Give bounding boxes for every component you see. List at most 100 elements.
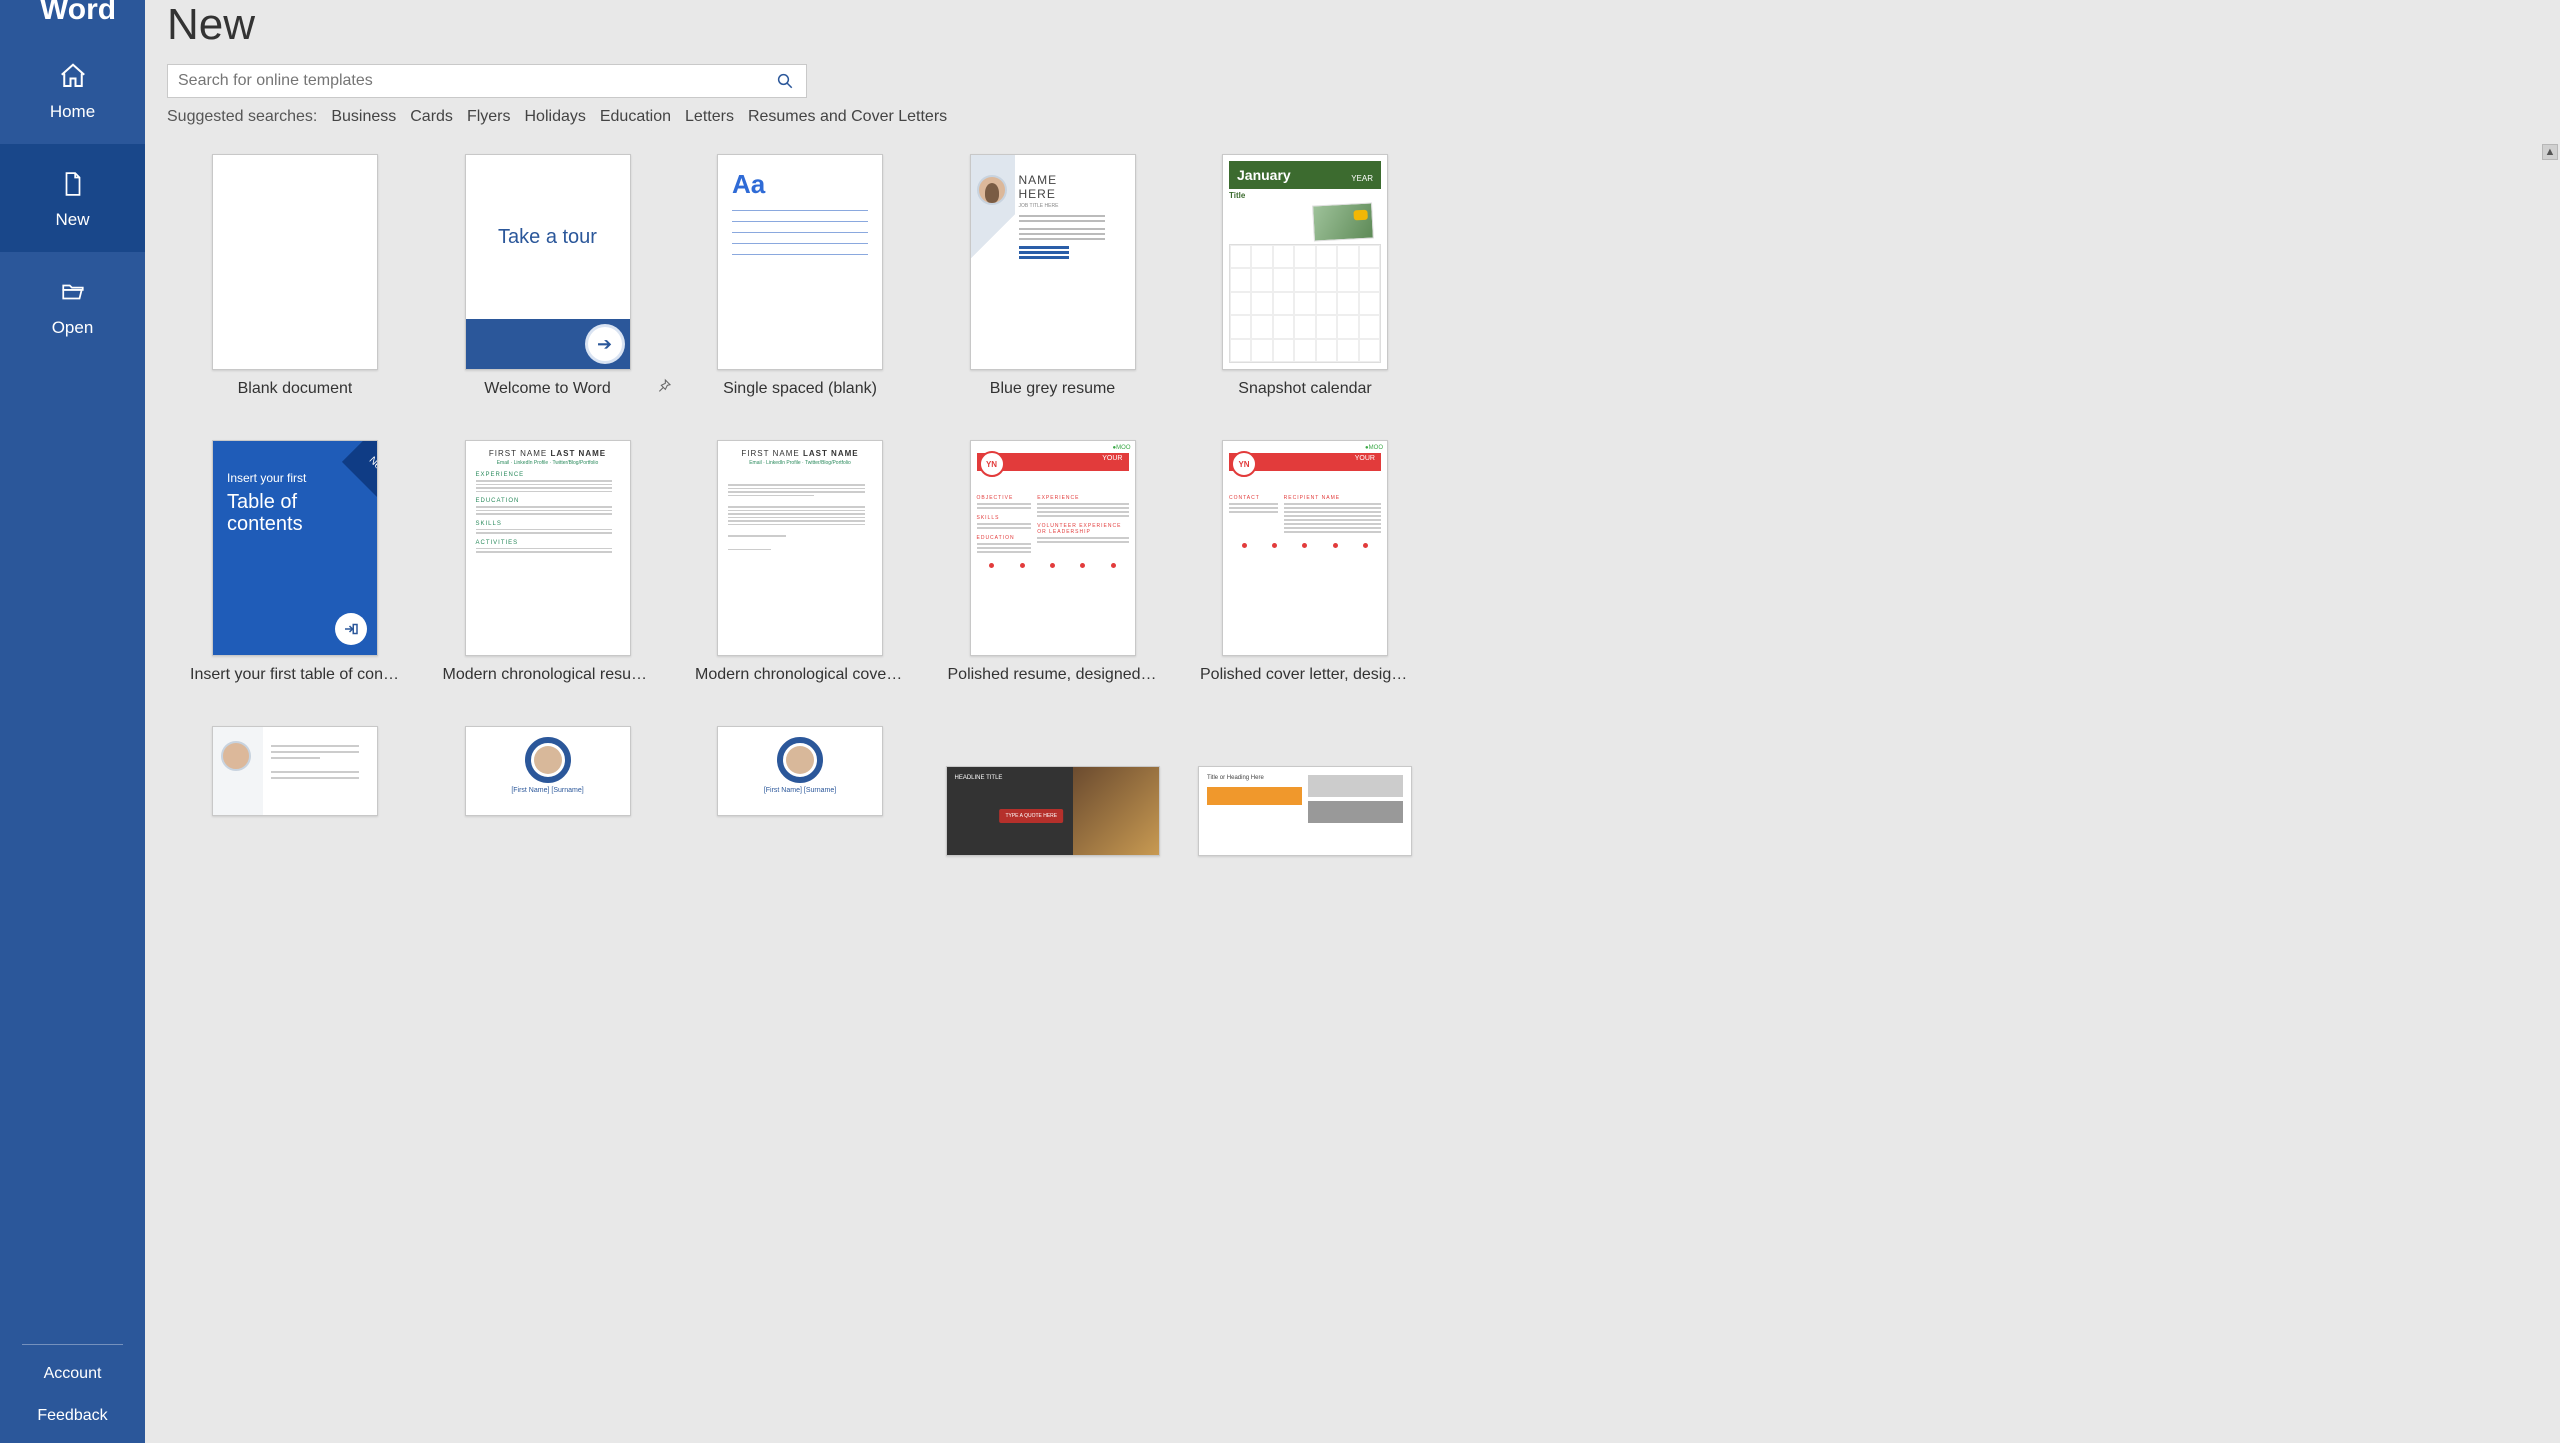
first-name: FIRST NAME xyxy=(489,449,547,458)
first-name: FIRST NAME xyxy=(741,449,799,458)
template-thumb: MOO YOUR YN OBJECTIVE SKILLS EDUCATION xyxy=(970,440,1136,656)
scrollbar[interactable]: ▲ xyxy=(2542,144,2558,1443)
search-input[interactable] xyxy=(178,72,774,90)
suggested-item[interactable]: Cards xyxy=(410,108,453,126)
resume-name: HERE xyxy=(1019,187,1127,201)
search-icon[interactable] xyxy=(774,70,796,92)
template-thumb: [First Name] [Surname] xyxy=(465,726,631,816)
template-tile-chron-resume[interactable]: FIRST NAME LAST NAME Email · LinkedIn Pr… xyxy=(428,440,668,684)
sidebar-item-open[interactable]: Open xyxy=(0,252,145,360)
template-caption: Modern chronological cover letter xyxy=(695,666,905,684)
template-tile[interactable]: [First Name] [Surname] xyxy=(680,726,920,856)
template-tile-toc[interactable]: Insert your first Table of contents Inse… xyxy=(175,440,415,684)
scroll-up-icon[interactable]: ▲ xyxy=(2542,144,2558,160)
sidebar-item-new[interactable]: New xyxy=(0,144,145,252)
template-thumb xyxy=(212,726,378,816)
main-area: New Suggested searches: Business Cards F… xyxy=(145,0,2560,1443)
template-thumb: [First Name] [Surname] xyxy=(717,726,883,816)
template-tile-single-spaced[interactable]: Aa Single spaced (blank) xyxy=(680,154,920,398)
calendar-title: Title xyxy=(1229,191,1381,200)
template-tile-blue-grey-resume[interactable]: NAME HERE JOB TITLE HERE Blue grey resum… xyxy=(933,154,1173,398)
template-thumb: Insert your first Table of contents xyxy=(212,440,378,656)
last-name: LAST NAME xyxy=(803,449,859,458)
template-tile-blank[interactable]: Blank document xyxy=(175,154,415,398)
template-caption: Blue grey resume xyxy=(990,380,1115,398)
app-root: Word Home New Open xyxy=(0,0,2560,1443)
toc-line: contents xyxy=(227,513,363,535)
sidebar-nav: Home New Open xyxy=(0,36,145,360)
quote-button: TYPE A QUOTE HERE xyxy=(999,809,1063,823)
suggested-item[interactable]: Education xyxy=(600,108,671,126)
name-placeholder: [First Name] [Surname] xyxy=(511,787,583,794)
template-thumb: MOO YOUR YN CONTACT RECIPIENT NAME xyxy=(1222,440,1388,656)
aa-text: Aa xyxy=(732,169,868,200)
suggested-item[interactable]: Resumes and Cover Letters xyxy=(748,108,947,126)
toc-line: Insert your first xyxy=(227,471,363,485)
section-head: EXPERIENCE xyxy=(476,472,620,478)
template-thumb: NAME HERE JOB TITLE HERE xyxy=(970,154,1136,370)
template-tile-chron-cover[interactable]: FIRST NAME LAST NAME Email · LinkedIn Pr… xyxy=(680,440,920,684)
sidebar-link-account[interactable]: Account xyxy=(0,1353,145,1395)
suggested-item[interactable]: Flyers xyxy=(467,108,511,126)
sidebar-separator xyxy=(22,1344,123,1345)
sidebar-item-label: New xyxy=(55,210,89,230)
section-head: SKILLS xyxy=(476,521,620,527)
template-thumb: Take a tour ➔ xyxy=(465,154,631,370)
template-caption: Insert your first table of contents xyxy=(190,666,400,684)
sidebar-link-feedback[interactable]: Feedback xyxy=(0,1395,145,1437)
folder-open-icon xyxy=(55,274,91,310)
template-thumb xyxy=(212,154,378,370)
sidebar: Word Home New Open xyxy=(0,0,145,1443)
name-placeholder: [First Name] [Surname] xyxy=(764,787,836,794)
template-tile-snapshot-calendar[interactable]: JanuaryYEAR Title xyxy=(1185,154,1425,398)
template-caption: Polished resume, designed by MOO xyxy=(948,666,1158,684)
template-tile[interactable]: HEADLINE TITLE TYPE A QUOTE HERE xyxy=(933,726,1173,856)
template-caption: Polished cover letter, designed by MOO xyxy=(1200,666,1410,684)
template-tile[interactable] xyxy=(175,726,415,856)
template-caption: Single spaced (blank) xyxy=(723,380,877,398)
your-label: YOUR xyxy=(1355,455,1375,462)
sidebar-item-label: Open xyxy=(52,318,94,338)
search-box[interactable] xyxy=(167,64,807,98)
template-thumb: HEADLINE TITLE TYPE A QUOTE HERE xyxy=(946,766,1160,856)
pin-icon[interactable] xyxy=(656,378,674,396)
template-thumb: FIRST NAME LAST NAME Email · LinkedIn Pr… xyxy=(717,440,883,656)
suggested-item[interactable]: Business xyxy=(331,108,396,126)
template-caption: Snapshot calendar xyxy=(1238,380,1371,398)
photo-icon xyxy=(1312,202,1374,241)
suggested-label: Suggested searches: xyxy=(167,108,317,126)
document-icon xyxy=(55,166,91,202)
template-tile[interactable]: Title or Heading Here xyxy=(1185,726,1425,856)
template-tile-welcome[interactable]: Take a tour ➔ Welcome to Word xyxy=(428,154,668,398)
calendar-grid xyxy=(1229,244,1381,363)
template-caption: Blank document xyxy=(238,380,353,398)
last-name: LAST NAME xyxy=(550,449,606,458)
resume-subtitle: JOB TITLE HERE xyxy=(1019,203,1127,209)
template-thumb: JanuaryYEAR Title xyxy=(1222,154,1388,370)
template-tile[interactable]: [First Name] [Surname] xyxy=(428,726,668,856)
template-tile-polished-resume[interactable]: MOO YOUR YN OBJECTIVE SKILLS EDUCATION xyxy=(933,440,1173,684)
template-thumb: FIRST NAME LAST NAME Email · LinkedIn Pr… xyxy=(465,440,631,656)
suggested-item[interactable]: Holidays xyxy=(525,108,586,126)
suggested-searches: Suggested searches: Business Cards Flyer… xyxy=(145,102,2560,126)
avatar-ring-icon xyxy=(525,737,571,783)
arrow-doc-icon xyxy=(335,613,367,645)
template-grid: Blank document Take a tour ➔ Welcome to … xyxy=(175,154,1425,856)
section-head: ACTIVITIES xyxy=(476,540,620,546)
sidebar-item-home[interactable]: Home xyxy=(0,36,145,144)
moo-logo: MOO xyxy=(1113,445,1131,451)
template-gallery: Blank document Take a tour ➔ Welcome to … xyxy=(145,144,2560,1443)
avatar-ring-icon xyxy=(777,737,823,783)
toc-line: Table of xyxy=(227,491,363,513)
avatar-icon xyxy=(221,741,251,771)
scroll-track[interactable] xyxy=(2542,160,2558,1443)
template-gallery-scroll[interactable]: Blank document Take a tour ➔ Welcome to … xyxy=(145,144,2542,1443)
template-tile-polished-cover[interactable]: MOO YOUR YN CONTACT RECIPIENT NAME xyxy=(1185,440,1425,684)
moo-logo: MOO xyxy=(1365,445,1383,451)
resume-name: NAME xyxy=(1019,173,1127,187)
headline: HEADLINE TITLE xyxy=(955,775,1066,781)
calendar-year: YEAR xyxy=(1351,174,1373,183)
search-row xyxy=(145,56,2560,102)
suggested-item[interactable]: Letters xyxy=(685,108,734,126)
sidebar-item-label: Home xyxy=(50,102,95,122)
